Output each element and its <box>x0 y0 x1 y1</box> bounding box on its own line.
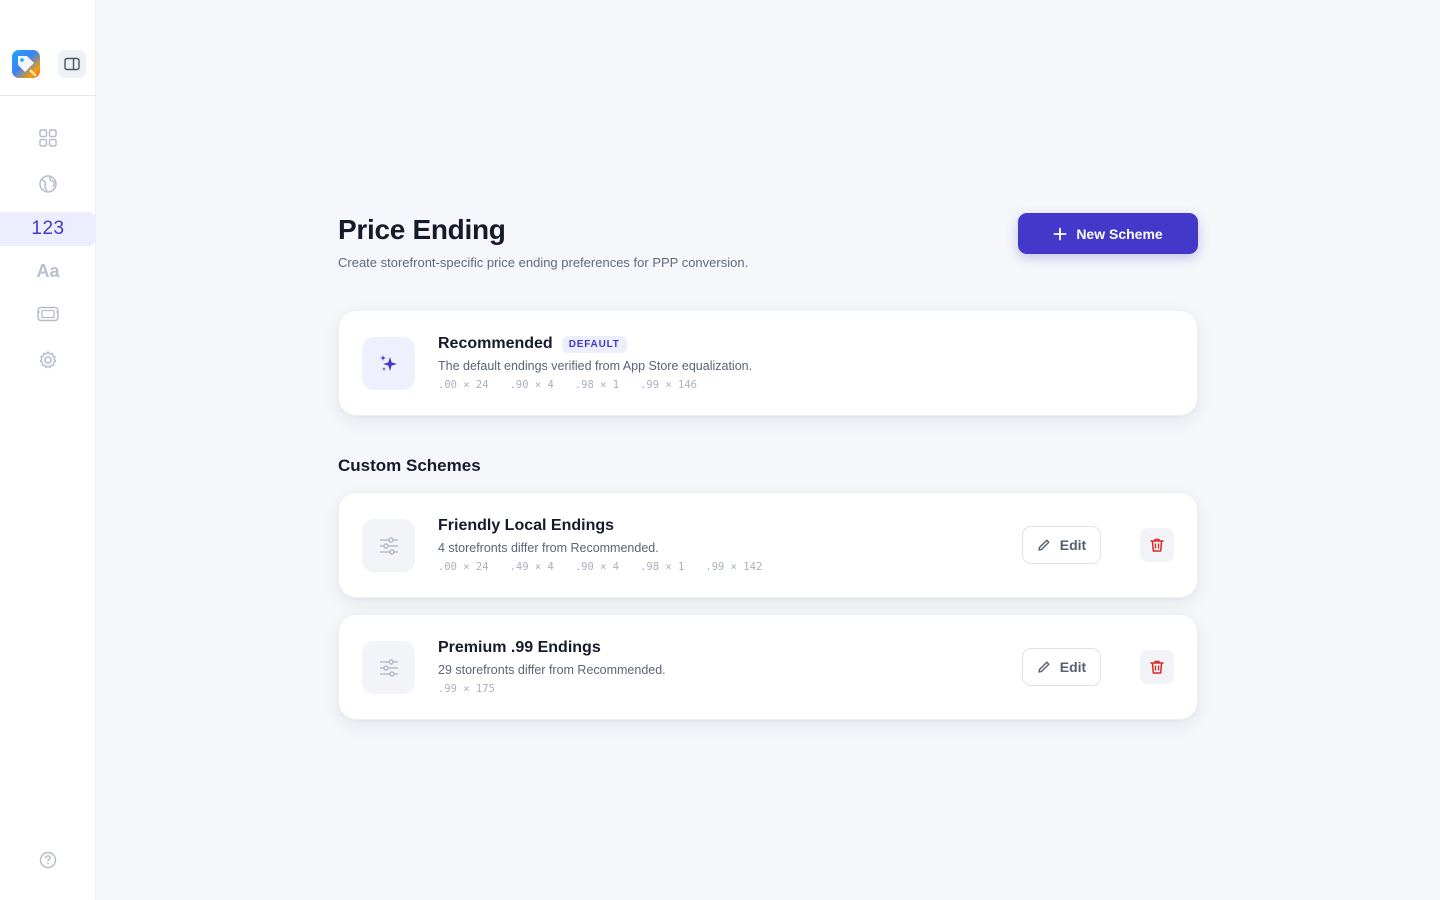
card-description: 4 storefronts differ from Recommended. <box>438 541 659 555</box>
card-title: Recommended <box>438 335 553 352</box>
help-button[interactable] <box>38 850 58 870</box>
card-title: Premium .99 Endings <box>438 639 601 656</box>
card-icon-wrapper <box>362 519 415 572</box>
sliders-icon <box>379 536 398 555</box>
ending-tag: .98 × 1 <box>574 379 620 391</box>
sidebar-item-globe[interactable] <box>0 167 96 201</box>
sparkles-icon <box>379 354 397 371</box>
ending-tag: .00 × 24 <box>438 379 489 391</box>
delete-button[interactable] <box>1140 650 1174 684</box>
card-title-row: Recommended DEFAULT <box>438 335 627 353</box>
trash-icon <box>1150 538 1164 552</box>
card-title: Friendly Local Endings <box>438 517 615 534</box>
recommended-card: Recommended DEFAULT The default endings … <box>338 310 1198 416</box>
page-subtitle: Create storefront-specific price ending … <box>338 255 749 270</box>
ending-tag: .99 × 146 <box>640 379 698 391</box>
delete-button[interactable] <box>1140 528 1174 562</box>
new-scheme-button[interactable]: New Scheme <box>1018 213 1198 254</box>
card-icon-wrapper <box>362 641 415 694</box>
ending-tag: .00 × 24 <box>438 561 489 573</box>
numbers-icon: 123 <box>31 218 65 239</box>
sidebar-item-typography[interactable]: Aa <box>0 254 96 288</box>
ending-tag: .90 × 4 <box>509 379 554 391</box>
plus-icon <box>1053 227 1067 240</box>
card-title-row: Premium .99 Endings <box>438 639 601 657</box>
edit-button[interactable]: Edit <box>1022 648 1101 686</box>
globe-icon <box>39 175 57 193</box>
pencil-icon <box>1038 661 1050 673</box>
ending-tag: .98 × 1 <box>640 561 685 573</box>
edit-button[interactable]: Edit <box>1022 526 1101 564</box>
edit-label: Edit <box>1059 659 1087 675</box>
endings-list: .00 × 24 .90 × 4 .98 × 1 .99 × 146 <box>438 379 697 391</box>
ticket-icon <box>37 306 59 322</box>
ending-tag: .90 × 4 <box>574 561 620 573</box>
sidebar-item-price-ending[interactable]: 123 <box>0 212 96 246</box>
endings-list: .99 × 175 <box>438 683 495 695</box>
new-scheme-label: New Scheme <box>1076 225 1163 242</box>
card-description: The default endings verified from App St… <box>438 359 753 373</box>
trash-icon <box>1150 660 1164 674</box>
sidebar-toggle-button[interactable] <box>58 50 86 78</box>
ending-tag: .99 × 175 <box>438 683 495 695</box>
ending-tag: .99 × 142 <box>705 561 763 573</box>
custom-schemes-heading: Custom Schemes <box>338 456 481 475</box>
default-badge: DEFAULT <box>561 335 627 353</box>
sidebar: 123 Aa <box>0 0 96 900</box>
sidebar-toggle-icon <box>64 57 80 71</box>
text-icon: Aa <box>36 260 60 281</box>
price-tag-app-icon[interactable] <box>12 50 40 78</box>
endings-list: .00 × 24 .49 × 4 .90 × 4 .98 × 1 .99 × 1… <box>438 561 762 573</box>
sidebar-header <box>0 0 96 96</box>
card-description: 29 storefronts differ from Recommended. <box>438 663 666 677</box>
card-title-row: Friendly Local Endings <box>438 517 614 535</box>
ending-tag: .49 × 4 <box>509 561 554 573</box>
sidebar-item-dashboard[interactable] <box>0 121 96 155</box>
pencil-icon <box>1038 539 1050 551</box>
grid-icon <box>39 129 57 147</box>
scheme-card: Premium .99 Endings 29 storefronts diffe… <box>338 614 1198 720</box>
card-icon-wrapper <box>362 337 415 390</box>
edit-label: Edit <box>1059 537 1087 553</box>
scheme-card: Friendly Local Endings 4 storefronts dif… <box>338 492 1198 598</box>
gear-icon <box>39 351 57 369</box>
sidebar-item-settings[interactable] <box>0 343 96 377</box>
app-window: 123 Aa Price Ending Create storefront-sp… <box>0 0 1440 900</box>
sidebar-item-tickets[interactable] <box>0 297 96 331</box>
page-title: Price Ending <box>338 214 506 245</box>
sliders-icon <box>379 658 398 677</box>
help-icon <box>39 851 57 869</box>
